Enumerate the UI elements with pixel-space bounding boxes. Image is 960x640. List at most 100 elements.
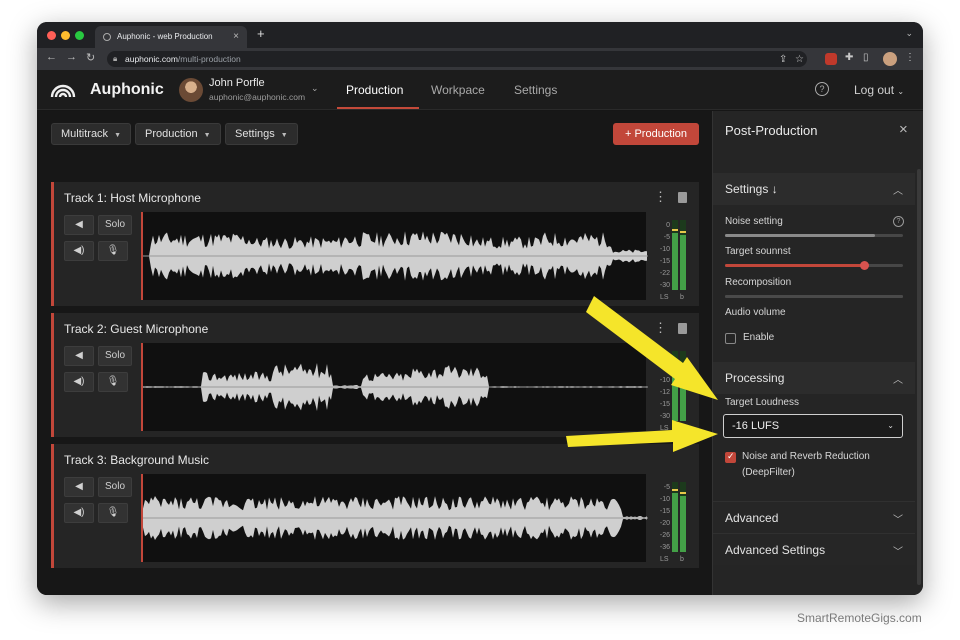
back-icon[interactable]: ←: [46, 51, 57, 63]
browser-profile-avatar[interactable]: [883, 52, 897, 66]
forward-icon[interactable]: →: [66, 51, 77, 63]
tab-search-chevron-icon[interactable]: ⌄: [905, 28, 913, 39]
section-label: Processing: [725, 371, 785, 385]
puzzle-icon[interactable]: ✚: [845, 52, 853, 63]
caret-down-icon: ▼: [114, 132, 121, 139]
track-card: Track 3: Background Music ◀︎ Solo ◀︎) 🎙︎…: [51, 444, 699, 568]
meter-tick-label: -5: [663, 484, 670, 491]
kebab-icon[interactable]: ⋮: [905, 52, 915, 63]
settings-dropdown[interactable]: Settings ▼: [225, 123, 298, 145]
browser-tab[interactable]: Auphonic - web Production ×: [95, 26, 247, 48]
speaker-icon[interactable]: ◀︎): [64, 372, 94, 392]
speaker-icon[interactable]: ◀︎): [64, 241, 94, 261]
meter-tick-label: -10: [659, 246, 670, 253]
chevron-down-icon: ﹀: [893, 547, 903, 558]
meter-caption-left: LS: [660, 425, 669, 432]
section-label: Settings ↓: [725, 182, 778, 196]
multitrack-label: Multitrack: [61, 128, 109, 140]
extension-icon[interactable]: [825, 53, 837, 65]
meter-caption-right: b: [680, 556, 684, 563]
meter-peak: [680, 492, 686, 494]
mute-speaker-icon[interactable]: ◀︎: [64, 346, 94, 366]
add-production-button[interactable]: + Production: [613, 123, 699, 145]
help-icon[interactable]: ?: [815, 82, 829, 96]
multitrack-dropdown[interactable]: Multitrack ▼: [51, 123, 131, 145]
meter-tick-label: -10: [659, 496, 670, 503]
url-path: /multi-production: [177, 54, 241, 64]
panel-scrollbar[interactable]: [917, 169, 921, 585]
sidepanel-icon[interactable]: ▯: [863, 52, 869, 63]
meter-tick-label: -5: [663, 365, 670, 372]
meter-fill: [672, 492, 678, 552]
waveform[interactable]: [141, 343, 648, 431]
waveform[interactable]: [141, 474, 648, 562]
solo-button[interactable]: Solo: [98, 346, 132, 366]
waveform-svg: [143, 496, 648, 540]
meter-fill: [672, 232, 678, 290]
target-sound-slider[interactable]: [725, 261, 903, 270]
close-icon[interactable]: ×: [899, 121, 908, 138]
solo-button[interactable]: Solo: [98, 477, 132, 497]
recomposition-label: Recomposition: [725, 277, 792, 288]
reload-icon[interactable]: ↻: [86, 51, 95, 64]
auphonic-logo-icon: [50, 84, 76, 98]
mute-speaker-icon[interactable]: ◀︎: [64, 477, 94, 497]
target-loudness-select[interactable]: -16 LUFS ⌄: [723, 414, 903, 438]
speaker-icon[interactable]: ◀︎): [64, 503, 94, 523]
user-name[interactable]: John Porfle: [209, 77, 265, 89]
track-title: Track 3: Background Music: [64, 453, 209, 467]
favicon-icon: [103, 33, 111, 41]
advanced-settings-section-header[interactable]: Advanced Settings ﹀: [713, 533, 915, 565]
section-label: Advanced Settings: [725, 543, 826, 557]
tab-close-icon[interactable]: ×: [233, 26, 239, 48]
mic-icon[interactable]: 🎙︎: [98, 503, 128, 523]
enable-checkbox[interactable]: [725, 333, 736, 344]
post-production-panel: Post-Production × Settings ↓ ︿ Noise set…: [712, 111, 923, 595]
advanced-section-header[interactable]: Advanced ﹀: [713, 501, 915, 533]
browser-window: Auphonic - web Production × + ⌄ ← → ↻ 🔒︎…: [37, 22, 923, 595]
logout-link[interactable]: Log out ⌄: [854, 83, 904, 97]
trash-icon[interactable]: [678, 192, 687, 203]
user-avatar[interactable]: [179, 78, 203, 102]
meter-peak: [680, 231, 686, 234]
kebab-icon[interactable]: ⋮: [654, 189, 667, 205]
track-title: Track 1: Host Microphone: [64, 191, 201, 205]
kebab-icon[interactable]: ⋮: [654, 320, 667, 336]
meter-bar-right: [680, 220, 686, 290]
main-content: Multitrack ▼ Production ▼ Settings ▼ + Prod…: [37, 111, 712, 595]
track-title: Track 2: Guest Microphone: [64, 322, 209, 336]
solo-button[interactable]: Solo: [98, 215, 132, 235]
mic-icon[interactable]: 🎙︎: [98, 372, 128, 392]
close-window-icon[interactable]: [47, 31, 56, 40]
recomposition-slider[interactable]: [725, 295, 903, 298]
waveform-svg: [143, 231, 648, 281]
help-icon[interactable]: ?: [893, 216, 904, 227]
nav-workspace[interactable]: Workpace: [431, 83, 485, 97]
waveform[interactable]: [141, 212, 648, 300]
meter-caption-right: b: [680, 294, 684, 301]
chevron-down-icon: ⌄: [897, 87, 905, 96]
slider-knob[interactable]: [859, 261, 869, 270]
noise-setting-slider[interactable]: [725, 234, 903, 237]
meter-ticks: 0 -5 -10 -15 -22 -30: [654, 220, 670, 292]
mic-icon[interactable]: 🎙︎: [98, 241, 128, 261]
tab-title: Auphonic - web Production: [117, 32, 213, 41]
trash-icon[interactable]: [678, 323, 687, 334]
new-tab-icon[interactable]: +: [257, 26, 265, 41]
nav-production[interactable]: Production: [346, 83, 403, 97]
processing-section-header[interactable]: Processing ︿: [713, 362, 915, 394]
settings-label: Settings: [235, 128, 275, 140]
noise-reduction-checkbox[interactable]: [725, 451, 736, 463]
noise-reduction-sublabel: (DeepFilter): [742, 467, 795, 478]
production-dropdown[interactable]: Production ▼: [135, 123, 221, 145]
address-bar[interactable]: 🔒︎ auphonic.com/multi-production ⇪ ☆: [107, 51, 807, 67]
minimize-window-icon[interactable]: [61, 31, 70, 40]
mute-speaker-icon[interactable]: ◀︎: [64, 215, 94, 235]
settings-section-header[interactable]: Settings ↓ ︿: [713, 173, 915, 205]
nav-settings[interactable]: Settings: [514, 83, 557, 97]
maximize-window-icon[interactable]: [75, 31, 84, 40]
share-icon[interactable]: ⇪: [779, 52, 787, 68]
star-icon[interactable]: ☆: [795, 52, 804, 68]
meter-bar-left: [672, 220, 678, 290]
chevron-down-icon[interactable]: ⌄: [311, 83, 319, 94]
